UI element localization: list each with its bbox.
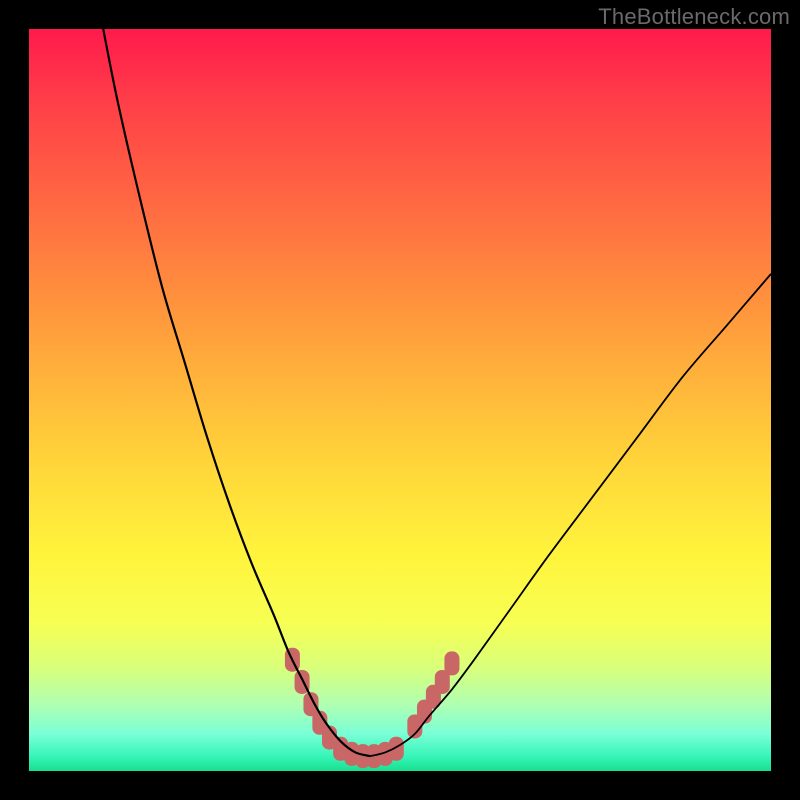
chart-canvas <box>29 29 771 771</box>
chart-frame: TheBottleneck.com <box>0 0 800 800</box>
curve-right-branch <box>370 274 771 756</box>
curve-left-branch <box>103 29 370 756</box>
marker-layer <box>285 648 460 768</box>
curve-marker <box>444 651 459 675</box>
watermark-text: TheBottleneck.com <box>598 4 790 30</box>
curve-marker <box>389 737 404 761</box>
